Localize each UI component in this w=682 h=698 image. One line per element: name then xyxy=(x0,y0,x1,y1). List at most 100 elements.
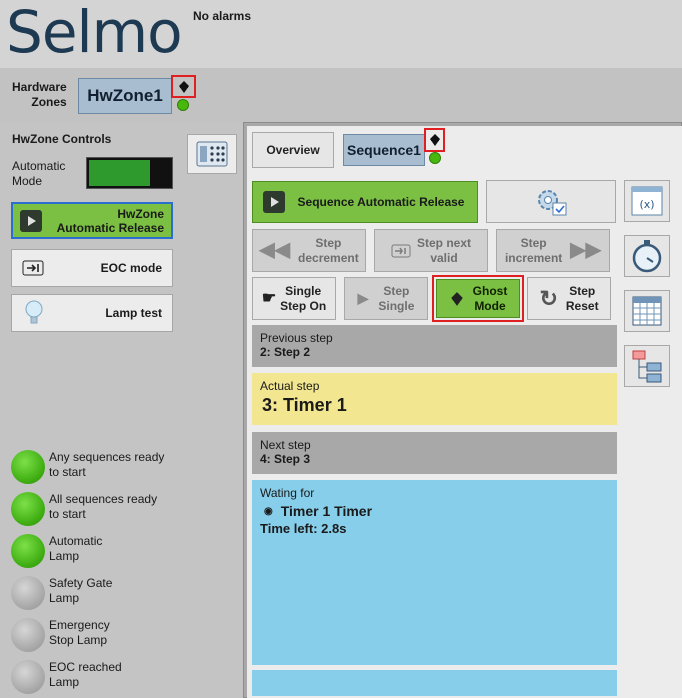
variables-window-button[interactable]: (x) xyxy=(624,180,670,222)
single-on-line1: Single xyxy=(285,283,322,298)
step-single-line1: Step xyxy=(383,283,410,298)
reset-arrow-icon: ↻ xyxy=(539,286,558,311)
lamp-label-line1: Any sequences ready xyxy=(49,450,165,464)
next-step-label: Next step xyxy=(260,438,311,452)
hwzone-automatic-release-button[interactable]: HwZone Automatic Release xyxy=(11,202,173,239)
eoc-mode-label: EOC mode xyxy=(100,261,162,275)
hierarchy-view-button[interactable] xyxy=(624,345,670,387)
lamp-label-line2: Lamp xyxy=(49,675,80,689)
step-single-label: Step Single xyxy=(378,284,414,314)
grid-table-icon xyxy=(632,296,662,326)
ghost-mode-button[interactable]: Ghost Mode xyxy=(436,279,520,318)
time-left-value: Time left: 2.8s xyxy=(260,521,347,536)
actual-step-box: Actual step 3: Timer 1 xyxy=(252,373,617,425)
lamp-test-label: Lamp test xyxy=(105,306,162,320)
step-increment-label: Step increment xyxy=(505,236,562,266)
ghost-indicator-icon xyxy=(171,75,196,98)
sequence-status-dot xyxy=(429,152,441,164)
seq-release-label: Sequence Automatic Release xyxy=(297,195,465,209)
automatic-mode-label: Automatic Mode xyxy=(12,159,65,189)
sequence-automatic-release-button[interactable]: Sequence Automatic Release xyxy=(252,181,478,223)
waiting-timer-value: Timer 1 Timer xyxy=(280,503,373,519)
svg-text:(x): (x) xyxy=(639,198,654,211)
step-next-valid-button[interactable]: Step next valid xyxy=(374,229,488,272)
lamp-label: EOC reached Lamp xyxy=(49,660,122,690)
tab-sequence1[interactable]: Sequence1 xyxy=(343,134,425,166)
hardware-zones-label: Hardware Zones xyxy=(12,80,67,110)
lamp-label-line2: Stop Lamp xyxy=(49,633,108,647)
toggle-on-fill xyxy=(89,160,150,186)
step-reset-button[interactable]: ↻ Step Reset xyxy=(527,277,611,320)
release-label: HwZone Automatic Release xyxy=(42,207,171,235)
step-single-button[interactable]: ▶ Step Single xyxy=(344,277,428,320)
step-dec-line1: Step xyxy=(315,235,342,250)
automatic-mode-toggle[interactable] xyxy=(86,157,173,189)
lamp-any-sequences-ready xyxy=(11,450,45,484)
play-icon xyxy=(263,191,285,213)
single-step-on-label: Single Step On xyxy=(280,284,326,314)
step-next-line2: valid xyxy=(430,250,458,265)
step-decrement-button[interactable]: ◀◀ Step decrement xyxy=(252,229,366,272)
lamp-test-button[interactable]: Lamp test xyxy=(11,294,173,332)
table-view-button[interactable] xyxy=(624,290,670,332)
step-next-line1: Step next xyxy=(416,235,471,250)
sequence-settings-button[interactable] xyxy=(486,180,616,223)
lamp-label-line2: to start xyxy=(49,507,86,521)
lamp-emergency-stop xyxy=(11,618,45,652)
next-step-box: Next step 4: Step 3 xyxy=(252,432,617,474)
function-window-icon: (x) xyxy=(631,186,663,216)
lamp-label-line2: to start xyxy=(49,465,86,479)
hardware-label-line1: Hardware xyxy=(12,80,67,94)
hwzone-status-dot xyxy=(177,99,189,111)
next-step-value: 4: Step 3 xyxy=(260,452,311,466)
timers-button[interactable] xyxy=(624,235,670,277)
release-line1: HwZone xyxy=(117,206,164,221)
selmo-logo: Selmo xyxy=(6,0,183,66)
step-single-line2: Single xyxy=(378,298,415,313)
ghost-mode-label: Ghost Mode xyxy=(473,284,508,314)
keypad-icon xyxy=(196,141,228,167)
actual-step-label: Actual step xyxy=(260,379,320,393)
gear-settings-icon xyxy=(538,189,567,215)
hierarchy-tree-icon xyxy=(632,350,662,383)
previous-step-value: 2: Step 2 xyxy=(260,345,311,359)
waiting-timer-row: ◉ Timer 1 Timer xyxy=(260,503,609,519)
waiting-for-box-extra xyxy=(252,670,617,696)
lamp-label: Emergency Stop Lamp xyxy=(49,618,110,648)
alarm-status: No alarms xyxy=(193,9,252,23)
keypad-button[interactable] xyxy=(187,134,237,174)
lamp-label-line1: Automatic xyxy=(49,534,103,548)
controls-title: HwZone Controls xyxy=(12,132,112,146)
pointing-hand-icon: ☛ xyxy=(261,290,277,307)
reset-line2: Reset xyxy=(565,298,599,313)
lamp-eoc-reached xyxy=(11,660,45,694)
step-next-valid-label: Step next valid xyxy=(417,236,471,266)
single-step-on-button[interactable]: ☛ Single Step On xyxy=(252,277,336,320)
lamp-label-line1: Emergency xyxy=(49,618,110,632)
step-dec-line2: decrement xyxy=(298,250,359,265)
stopwatch-icon xyxy=(632,240,662,273)
tab-overview[interactable]: Overview xyxy=(252,132,334,168)
lamp-label: Automatic Lamp xyxy=(49,534,102,564)
lightbulb-icon xyxy=(25,300,43,324)
step-decrement-label: Step decrement xyxy=(298,236,359,266)
lamp-automatic xyxy=(11,534,45,568)
lamp-label: Any sequences ready to start xyxy=(49,450,164,480)
lamp-label-line2: Lamp xyxy=(49,591,80,605)
ghost-line1: Ghost xyxy=(472,283,508,298)
lamp-label-line1: Safety Gate xyxy=(49,576,113,590)
waiting-for-box: Wating for ◉ Timer 1 Timer Time left: 2.… xyxy=(252,480,617,665)
auto-mode-line1: Automatic xyxy=(12,159,66,173)
step-inc-line1: Step xyxy=(520,235,547,250)
lamp-all-sequences-ready xyxy=(11,492,45,526)
lamp-safety-gate xyxy=(11,576,45,610)
hwzone-button[interactable]: HwZone1 xyxy=(78,78,172,114)
arrow-to-line-icon xyxy=(391,244,411,257)
waiting-for-label: Wating for xyxy=(260,486,315,500)
eoc-mode-button[interactable]: EOC mode xyxy=(11,249,173,287)
ghost-icon xyxy=(450,291,463,306)
lamp-label: Safety Gate Lamp xyxy=(49,576,112,606)
actual-step-value: 3: Timer 1 xyxy=(262,395,347,415)
step-inc-line2: increment xyxy=(504,250,563,265)
step-increment-button[interactable]: Step increment ▶▶ xyxy=(496,229,610,272)
